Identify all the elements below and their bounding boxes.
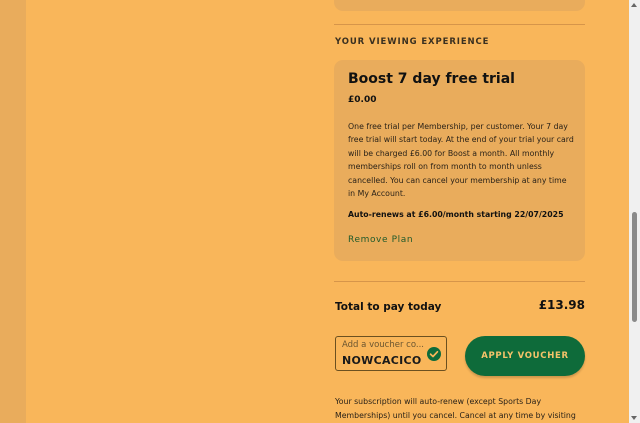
total-label: Total to pay today [335,301,442,313]
check-circle-icon [427,347,441,361]
previous-plan-card [334,0,585,11]
plan-card: Boost 7 day free trial £0.00 One free tr… [334,60,585,261]
voucher-input[interactable]: Add a voucher co... NOWCACICO [335,336,447,371]
apply-voucher-button[interactable]: APPLY VOUCHER [465,336,585,376]
subscription-footer-text: Your subscription will auto-renew (excep… [335,397,576,420]
plan-price: £0.00 [348,95,377,105]
main-content-area [26,0,318,423]
scrollbar-thumb[interactable] [632,212,637,322]
voucher-placeholder: Add a voucher co... [342,340,425,350]
scrollbar[interactable] [629,0,640,423]
plan-description: One free trial per Membership, per custo… [348,122,574,199]
scroll-up-icon[interactable] [631,3,637,7]
checkout-summary-panel: YOUR VIEWING EXPERIENCE Boost 7 day free… [318,0,629,423]
left-margin [0,0,26,423]
total-amount: £13.98 [538,298,585,312]
apply-voucher-label: APPLY VOUCHER [481,351,569,361]
scroll-down-icon[interactable] [631,416,637,420]
remove-plan-link[interactable]: Remove Plan [348,235,413,245]
plan-renew-note: Auto-renews at £6.00/month starting 22/0… [348,210,564,219]
section-label: YOUR VIEWING EXPERIENCE [335,37,490,47]
divider-total [334,281,585,282]
plan-title: Boost 7 day free trial [348,71,515,87]
divider-top [334,24,585,25]
voucher-value: NOWCACICO [342,354,422,367]
